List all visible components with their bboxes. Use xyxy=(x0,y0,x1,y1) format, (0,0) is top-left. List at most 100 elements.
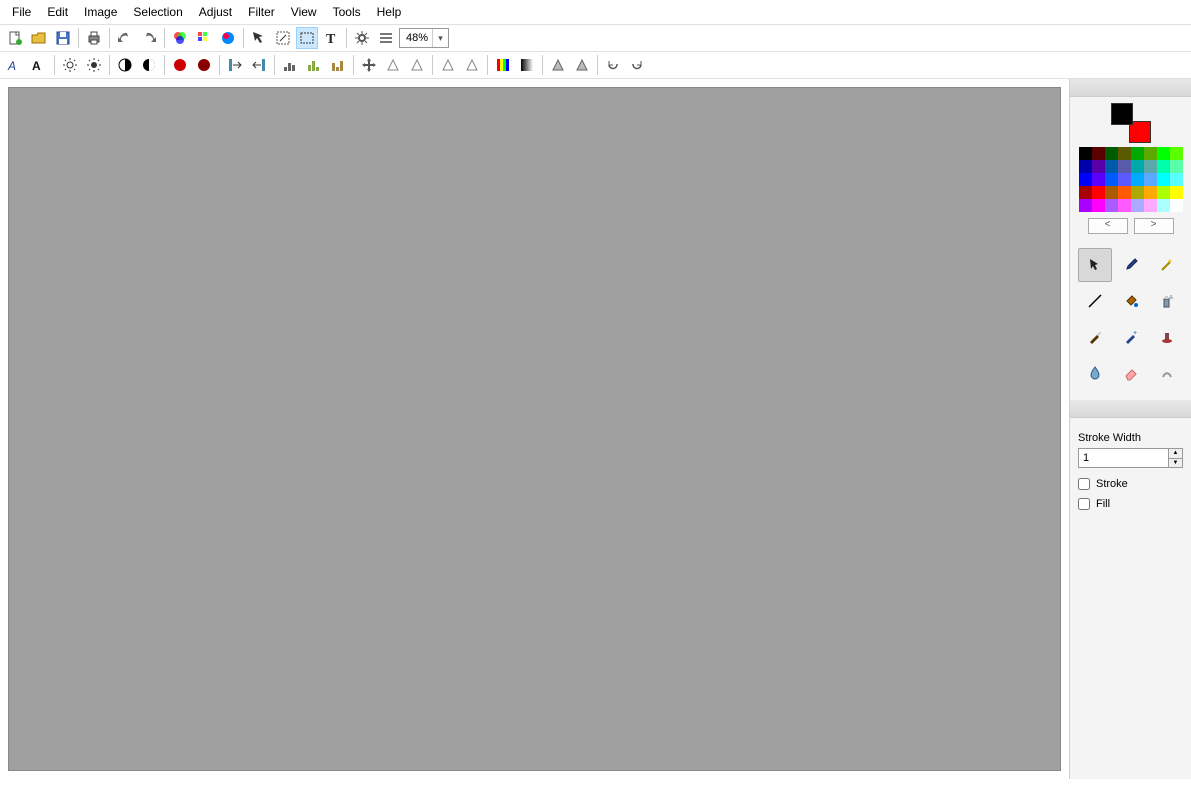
menu-help[interactable]: Help xyxy=(369,2,410,22)
settings-icon[interactable] xyxy=(351,27,373,49)
magic-wand-tool[interactable] xyxy=(1150,248,1184,282)
eraser-tool[interactable] xyxy=(1114,356,1148,390)
palette-color[interactable] xyxy=(1105,160,1118,173)
palette-color[interactable] xyxy=(1079,173,1092,186)
palette-next-button[interactable]: > xyxy=(1134,218,1174,234)
smudge-tool[interactable] xyxy=(1150,356,1184,390)
arrow-tool-icon[interactable] xyxy=(248,27,270,49)
flip-c-icon[interactable] xyxy=(437,54,459,76)
palette-color[interactable] xyxy=(1144,199,1157,212)
histogram-c-icon[interactable] xyxy=(327,54,349,76)
palette-color[interactable] xyxy=(1105,173,1118,186)
red-circle-b-icon[interactable] xyxy=(193,54,215,76)
palette-color[interactable] xyxy=(1079,160,1092,173)
palette-color[interactable] xyxy=(1118,147,1131,160)
palette-color[interactable] xyxy=(1118,199,1131,212)
rotate-ccw-icon[interactable] xyxy=(602,54,624,76)
palette-prev-button[interactable]: < xyxy=(1088,218,1128,234)
menu-tools[interactable]: Tools xyxy=(325,2,369,22)
gradient-b-icon[interactable] xyxy=(516,54,538,76)
line-tool[interactable] xyxy=(1078,284,1112,318)
palette-color[interactable] xyxy=(1170,160,1183,173)
flip-d-icon[interactable] xyxy=(461,54,483,76)
contrast-b-icon[interactable] xyxy=(138,54,160,76)
rect-select-icon[interactable] xyxy=(296,27,318,49)
contrast-a-icon[interactable] xyxy=(114,54,136,76)
menu-edit[interactable]: Edit xyxy=(39,2,76,22)
palette-color[interactable] xyxy=(1079,147,1092,160)
brush-tool[interactable] xyxy=(1078,320,1112,354)
palette-color[interactable] xyxy=(1092,147,1105,160)
menu-selection[interactable]: Selection xyxy=(125,2,190,22)
clone-tool[interactable]: + xyxy=(1114,320,1148,354)
zoom-select[interactable]: 48%▾ xyxy=(399,28,449,48)
palette-color[interactable] xyxy=(1131,173,1144,186)
eyedropper-tool[interactable] xyxy=(1114,248,1148,282)
rotate-cw-icon[interactable] xyxy=(626,54,648,76)
spray-tool[interactable] xyxy=(1150,284,1184,318)
stroke-checkbox[interactable] xyxy=(1078,478,1090,490)
menu-file[interactable]: File xyxy=(4,2,39,22)
palette-color[interactable] xyxy=(1157,199,1170,212)
redo-icon[interactable] xyxy=(138,27,160,49)
histogram-b-icon[interactable] xyxy=(303,54,325,76)
shape-a-icon[interactable] xyxy=(547,54,569,76)
palette-color[interactable] xyxy=(1170,173,1183,186)
brightness-down-icon[interactable] xyxy=(83,54,105,76)
palette-color[interactable] xyxy=(1092,199,1105,212)
move-icon[interactable] xyxy=(358,54,380,76)
palette-color[interactable] xyxy=(1105,186,1118,199)
shape-b-icon[interactable] xyxy=(571,54,593,76)
palette-color[interactable] xyxy=(1079,199,1092,212)
red-circle-a-icon[interactable] xyxy=(169,54,191,76)
palette-color[interactable] xyxy=(1144,147,1157,160)
flip-b-icon[interactable] xyxy=(406,54,428,76)
palette-color[interactable] xyxy=(1079,186,1092,199)
align-left-icon[interactable] xyxy=(224,54,246,76)
fill-checkbox-row[interactable]: Fill xyxy=(1078,498,1183,510)
properties-icon[interactable] xyxy=(375,27,397,49)
palette-color[interactable] xyxy=(1144,173,1157,186)
palette-color[interactable] xyxy=(1131,147,1144,160)
align-right-icon[interactable] xyxy=(248,54,270,76)
foreground-color-swatch[interactable] xyxy=(1111,103,1133,125)
palette-color[interactable] xyxy=(1092,160,1105,173)
palette-color[interactable] xyxy=(1170,199,1183,212)
text-effect-b-icon[interactable]: A xyxy=(28,54,50,76)
pointer-tool[interactable] xyxy=(1078,248,1112,282)
palette-color[interactable] xyxy=(1131,160,1144,173)
palette-color[interactable] xyxy=(1170,147,1183,160)
palette-color[interactable] xyxy=(1105,199,1118,212)
palette-color[interactable] xyxy=(1118,173,1131,186)
color-wheel-icon[interactable] xyxy=(217,27,239,49)
palette-color[interactable] xyxy=(1118,186,1131,199)
drawing-canvas[interactable] xyxy=(8,87,1061,771)
fill-checkbox[interactable] xyxy=(1078,498,1090,510)
menu-image[interactable]: Image xyxy=(76,2,125,22)
palette-color[interactable] xyxy=(1092,173,1105,186)
print-icon[interactable] xyxy=(83,27,105,49)
stroke-checkbox-row[interactable]: Stroke xyxy=(1078,478,1183,490)
menu-view[interactable]: View xyxy=(283,2,325,22)
text-tool-icon[interactable]: T xyxy=(320,27,342,49)
gradient-a-icon[interactable] xyxy=(492,54,514,76)
save-file-icon[interactable] xyxy=(52,27,74,49)
palette-color[interactable] xyxy=(1131,186,1144,199)
menu-filter[interactable]: Filter xyxy=(240,2,283,22)
menu-adjust[interactable]: Adjust xyxy=(191,2,240,22)
fg-bg-swatches[interactable] xyxy=(1111,103,1151,143)
spinner-down-button[interactable]: ▼ xyxy=(1169,459,1182,468)
palette-color[interactable] xyxy=(1157,186,1170,199)
palette-color[interactable] xyxy=(1092,186,1105,199)
palette-color[interactable] xyxy=(1144,160,1157,173)
open-file-icon[interactable] xyxy=(28,27,50,49)
blur-tool[interactable] xyxy=(1078,356,1112,390)
flip-a-icon[interactable] xyxy=(382,54,404,76)
options-panel-header[interactable] xyxy=(1070,400,1191,418)
stroke-width-spinner[interactable]: ▲ ▼ xyxy=(1078,448,1183,468)
palette-color[interactable] xyxy=(1157,160,1170,173)
text-effect-a-icon[interactable]: A xyxy=(4,54,26,76)
stamp-tool[interactable] xyxy=(1150,320,1184,354)
color-panel-header[interactable] xyxy=(1070,79,1191,97)
brightness-up-icon[interactable] xyxy=(59,54,81,76)
